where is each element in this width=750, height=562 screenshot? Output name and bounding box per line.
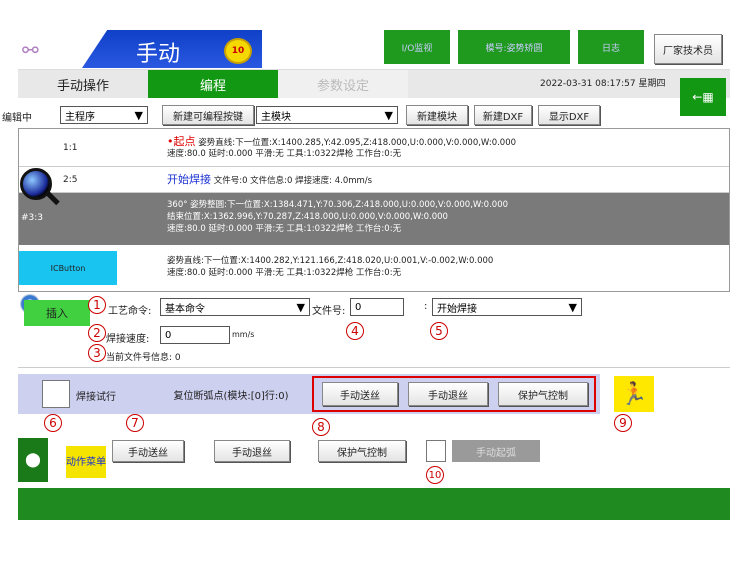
subheader: 手动操作 编程 参数设定 2022-03-31 08:17:57 星期四 ←▦ (18, 70, 730, 116)
row-number: 2:5 (63, 175, 78, 185)
dropdown-arrow-icon: ▼ (296, 300, 305, 314)
list-item-selected[interactable]: #3:3 360° 姿势整圆:下一位置:X:1384.471,Y:70.306,… (19, 193, 729, 245)
alarm-badge-icon[interactable]: 10 (224, 38, 252, 64)
command-select[interactable]: 开始焊接 ▼ (432, 298, 582, 316)
datetime: 2022-03-31 08:17:57 星期四 (540, 79, 666, 89)
program-list[interactable]: 1:1 •起点 姿势直线:下一位置:X:1400.285,Y:42.095,Z:… (18, 128, 730, 292)
row-line: 360° 姿势整圆:下一位置:X:1384.471,Y:70.306,Z:418… (167, 200, 509, 210)
show-dxf-button[interactable]: 显示DXF (538, 105, 600, 125)
process-select[interactable]: 基本命令 ▼ (160, 298, 310, 316)
marker-6: 6 (44, 414, 62, 432)
mode-label: 编辑中 (2, 113, 32, 124)
tab-io-monitor[interactable]: I/O监视 (384, 30, 450, 64)
program-select[interactable]: 主程序 ▼ (60, 106, 148, 124)
tab-log[interactable]: 日志 (578, 30, 644, 64)
marker-9: 9 (614, 414, 632, 432)
header-bar: ⚯ 手动 10 I/O监视 模号:姿势矫圆 日志 厂家技术员 (18, 28, 730, 70)
manual-feed-button-2[interactable]: 手动送丝 (112, 440, 184, 462)
action-menu-icon[interactable]: ⬤ (18, 438, 48, 482)
action-menu-button[interactable]: 动作菜单 (66, 446, 106, 478)
dropdown-arrow-icon: ▼ (134, 108, 143, 122)
file-number-label: 文件号: (312, 306, 346, 317)
footer-bar (18, 488, 730, 520)
gas-control-button[interactable]: 保护气控制 (498, 382, 588, 406)
speed-input[interactable]: 0 (160, 326, 230, 344)
marker-5: 5 (430, 322, 448, 340)
marker-7: 7 (126, 414, 144, 432)
marker-3: 3 (88, 344, 106, 362)
manual-retract-button[interactable]: 手动退丝 (408, 382, 488, 406)
link-icon[interactable]: ⚯ (22, 38, 39, 62)
new-module-button[interactable]: 新建模块 (406, 105, 468, 125)
row-line: 速度:80.0 延时:0.000 平滑:无 工具:1:0322焊枪 工作台:0:… (167, 268, 402, 278)
new-dxf-button[interactable]: 新建DXF (474, 105, 532, 125)
list-item[interactable]: 1:1 •起点 姿势直线:下一位置:X:1400.285,Y:42.095,Z:… (19, 129, 729, 167)
file-number-input[interactable]: 0 (350, 298, 404, 316)
marker-10: 10 (426, 466, 444, 484)
marker-4: 4 (346, 322, 364, 340)
marker-8: 8 (312, 418, 330, 436)
row-number: 1:1 (63, 143, 78, 153)
process-label: 工艺命令: (108, 306, 152, 317)
manual-feed-button[interactable]: 手动送丝 (322, 382, 398, 406)
tab-manual-operation[interactable]: 手动操作 (18, 70, 148, 98)
marker-2: 2 (88, 324, 106, 342)
trial-label: 焊接试行 (76, 392, 116, 403)
tab-parameters[interactable]: 参数设定 (278, 70, 408, 98)
list-item[interactable]: 2:5 开始焊接 文件号:0 文件信息:0 焊接速度: 4.0mm/s (19, 167, 729, 193)
ic-button[interactable]: ICButton (19, 251, 117, 285)
dropdown-arrow-icon: ▼ (384, 108, 393, 122)
speed-unit: mm/s (232, 330, 255, 339)
page-title: 手动 (136, 42, 181, 67)
magnifier-icon[interactable] (20, 168, 60, 208)
row-line: 结束位置:X:1362.996,Y:70.287,Z:418.000,U:0.0… (167, 212, 448, 222)
row-line: 开始焊接 文件号:0 文件信息:0 焊接速度: 4.0mm/s (167, 173, 373, 187)
speed-label: 焊接速度: (106, 334, 150, 345)
row-line: 速度:80.0 延时:0.000 平滑:无 工具:1:0322焊枪 工作台:0:… (167, 149, 402, 159)
colon-label: : (424, 301, 428, 312)
back-button[interactable]: ←▦ (680, 78, 726, 116)
file-info-label: 当前文件号信息: 0 (106, 353, 181, 363)
gas-control-button-2[interactable]: 保护气控制 (318, 440, 406, 462)
manual-arc-button[interactable]: 手动起弧 (452, 440, 540, 462)
bottom-controls: ⬤ 动作菜单 手动送丝 手动退丝 保护气控制 手动起弧 (18, 436, 730, 486)
trial-checkbox[interactable] (42, 380, 70, 408)
back-arrow-icon: ←▦ (692, 90, 714, 104)
row-line: 速度:80.0 延时:0.000 平滑:无 工具:1:0322焊枪 工作台:0:… (167, 224, 402, 234)
insert-button[interactable]: 插入 (24, 300, 90, 326)
dropdown-arrow-icon: ▼ (568, 300, 577, 314)
tab-mold-number[interactable]: 模号:姿势矫圆 (458, 30, 570, 64)
new-programmable-key-button[interactable]: 新建可编程按键 (162, 105, 254, 125)
form-area: 插入 工艺命令: 基本命令 ▼ 文件号: 0 : 开始焊接 ▼ 焊接速度: 0 mm… (18, 292, 730, 368)
marker-1: 1 (88, 296, 106, 314)
row-number: #3:3 (21, 213, 44, 223)
manual-retract-button-2[interactable]: 手动退丝 (214, 440, 290, 462)
toolbar: 编辑中 主程序 ▼ 新建可编程按键 主模块 ▼ 新建模块 新建DXF 显示DXF (2, 104, 668, 126)
tab-programming[interactable]: 编程 (148, 70, 278, 98)
list-item[interactable]: ICButton 姿势直线:下一位置:X:1400.282,Y:121.166,… (19, 247, 729, 291)
user-button[interactable]: 厂家技术员 (654, 34, 722, 64)
trial-bar: 焊接试行 复位断弧点(模块:[0]行:0) 手动送丝 手动退丝 保护气控制 (18, 374, 600, 414)
row-line: 姿势直线:下一位置:X:1400.282,Y:121.166,Z:418.020… (167, 256, 494, 266)
run-person-icon[interactable]: 🏃 (614, 376, 654, 412)
arc-checkbox[interactable] (426, 440, 446, 462)
reset-arc-button[interactable]: 复位断弧点(模块:[0]行:0) (140, 380, 322, 408)
module-select[interactable]: 主模块 ▼ (256, 106, 398, 124)
